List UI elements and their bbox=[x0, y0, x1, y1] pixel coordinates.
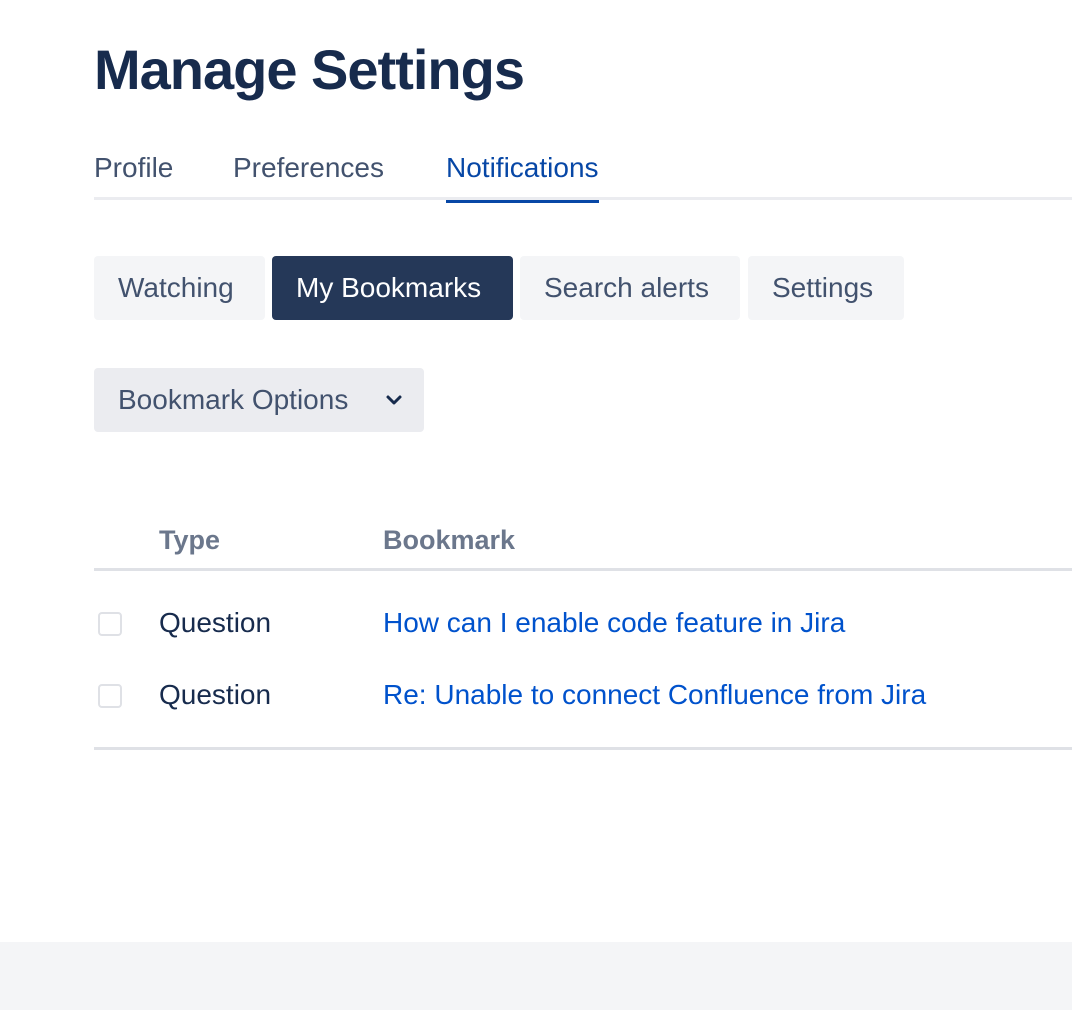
table-bottom-divider bbox=[94, 747, 1072, 750]
subtab-search-alerts[interactable]: Search alerts bbox=[520, 256, 740, 320]
column-header-type[interactable]: Type bbox=[159, 522, 220, 558]
table-row: Question Re: Unable to connect Confluenc… bbox=[94, 669, 1072, 729]
page-title: Manage Settings bbox=[94, 38, 525, 101]
row-checkbox[interactable] bbox=[98, 684, 122, 708]
table-row: Question How can I enable code feature i… bbox=[94, 597, 1072, 657]
main-tab-bar: Profile Preferences Notifications bbox=[94, 150, 1072, 203]
bookmark-link[interactable]: How can I enable code feature in Jira bbox=[383, 605, 845, 641]
tab-notifications[interactable]: Notifications bbox=[446, 150, 599, 203]
subtab-watching[interactable]: Watching bbox=[94, 256, 265, 320]
row-checkbox[interactable] bbox=[98, 612, 122, 636]
row-type: Question bbox=[159, 607, 272, 638]
bookmark-link[interactable]: Re: Unable to connect Confluence from Ji… bbox=[383, 677, 926, 713]
tab-preferences[interactable]: Preferences bbox=[233, 150, 384, 200]
bookmark-options-dropdown[interactable]: Bookmark Options bbox=[94, 368, 424, 432]
subtab-my-bookmarks[interactable]: My Bookmarks bbox=[272, 256, 513, 320]
column-header-bookmark[interactable]: Bookmark bbox=[383, 522, 515, 558]
tab-profile[interactable]: Profile bbox=[94, 150, 173, 200]
row-type: Question bbox=[159, 679, 272, 710]
chevron-down-icon bbox=[386, 395, 402, 405]
settings-page: Manage Settings Profile Preferences Noti… bbox=[0, 0, 1072, 1010]
table-header: Type Bookmark bbox=[94, 518, 1072, 571]
bookmark-options-label: Bookmark Options bbox=[118, 384, 349, 415]
subtab-settings[interactable]: Settings bbox=[748, 256, 904, 320]
page-footer bbox=[0, 942, 1072, 1010]
